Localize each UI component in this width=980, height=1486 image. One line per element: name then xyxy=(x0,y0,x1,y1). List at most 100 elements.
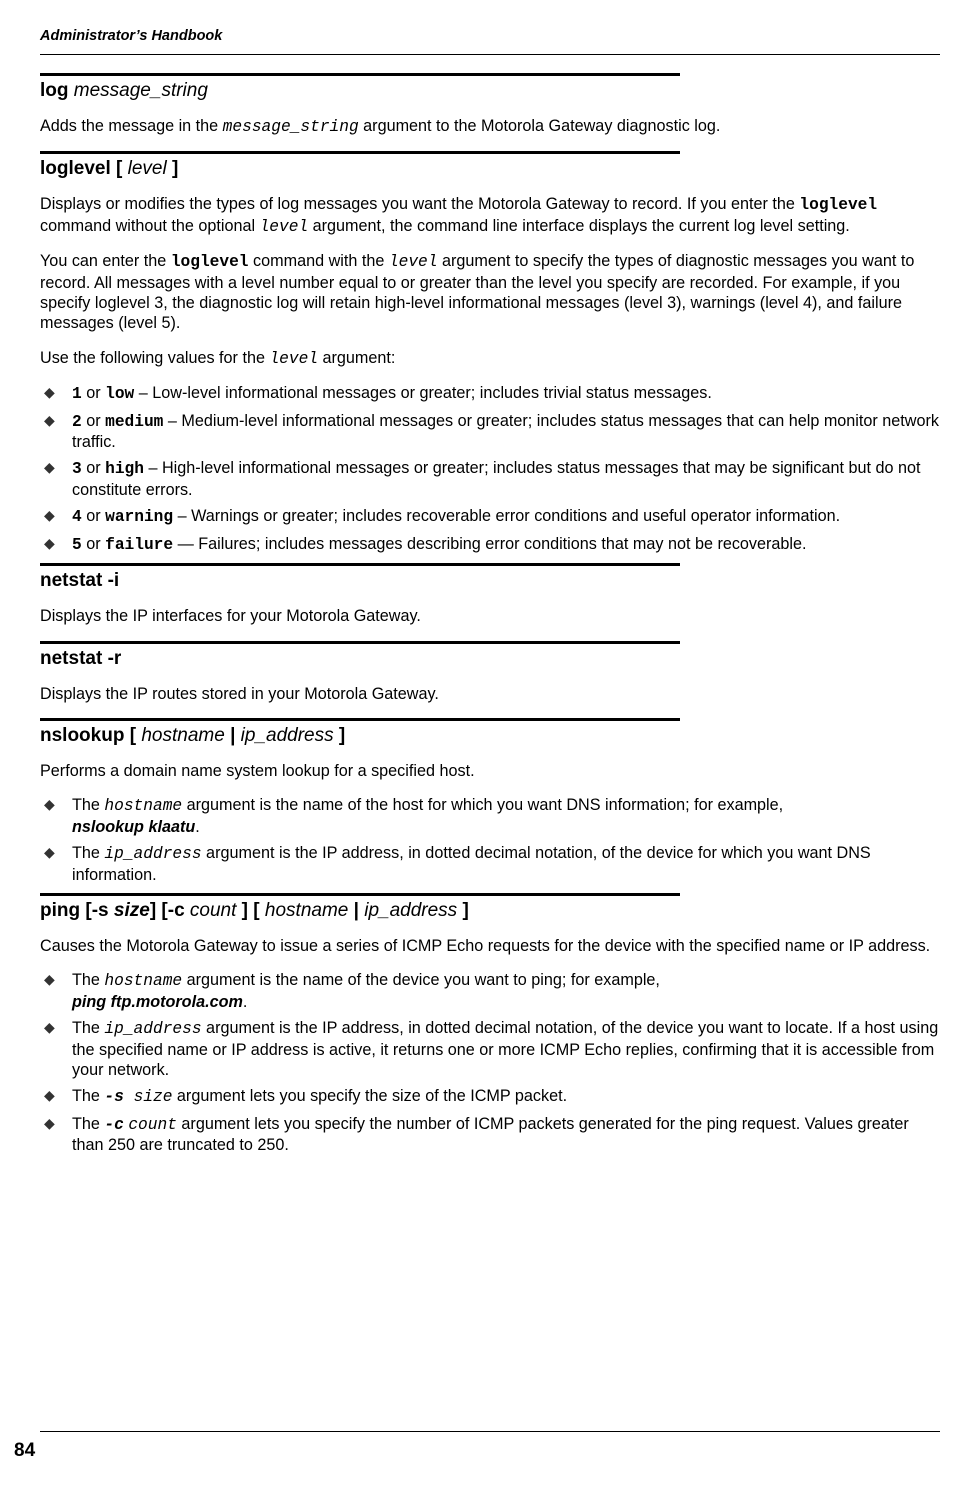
code-arg: message_string xyxy=(223,118,359,136)
heading-loglevel: loglevel [ level ] xyxy=(40,158,940,180)
section-rule xyxy=(40,73,680,76)
paragraph: Displays or modifies the types of log me… xyxy=(40,194,940,237)
list-item: The -c count argument lets you specify t… xyxy=(40,1114,940,1156)
heading-netstat-i: netstat -i xyxy=(40,570,940,592)
heading-ping: ping [-s size] [-c count ] [ hostname | … xyxy=(40,900,940,922)
code-kw: failure xyxy=(105,536,173,554)
heading-argument: hostname xyxy=(141,725,224,746)
text: – Low-level informational messages or gr… xyxy=(134,384,712,402)
heading-keyword: ] [ xyxy=(236,900,259,921)
list-item: 5 or failure — Failures; includes messag… xyxy=(40,534,940,555)
code-flag: -c xyxy=(104,1116,123,1134)
list-item: The -s size argument lets you specify th… xyxy=(40,1086,940,1107)
loglevel-list: 1 or low – Low-level informational messa… xyxy=(40,383,940,555)
text: or xyxy=(82,459,105,477)
text: You can enter the xyxy=(40,252,171,270)
list-item: The ip_address argument is the IP addres… xyxy=(40,1018,940,1080)
text: – Warnings or greater; includes recovera… xyxy=(173,507,840,525)
heading-sep: | xyxy=(225,725,241,746)
text: argument lets you specify the size of th… xyxy=(172,1087,567,1105)
text: or xyxy=(82,535,105,553)
text: – High-level informational messages or g… xyxy=(72,459,920,498)
code-num: 3 xyxy=(72,460,82,478)
paragraph: Performs a domain name system lookup for… xyxy=(40,761,940,781)
text: or xyxy=(82,384,105,402)
text: argument lets you specify the number of … xyxy=(72,1115,909,1154)
section-rule xyxy=(40,718,680,721)
paragraph: Displays the IP interfaces for your Moto… xyxy=(40,606,940,626)
header-rule xyxy=(40,54,940,55)
heading-keyword: log xyxy=(40,80,69,101)
code-arg: hostname xyxy=(104,972,182,990)
text: Use the following values for the xyxy=(40,349,269,367)
code-num: 4 xyxy=(72,508,82,526)
text: or xyxy=(82,507,105,525)
paragraph: You can enter the loglevel command with … xyxy=(40,251,940,334)
paragraph: Use the following values for the level a… xyxy=(40,348,940,369)
code-arg: size xyxy=(134,1088,173,1106)
section-rule xyxy=(40,893,680,896)
heading-keyword: ] xyxy=(172,158,178,179)
text: argument, the command line interface dis… xyxy=(308,217,850,235)
code-kw: low xyxy=(105,385,134,403)
heading-argument: ip_address xyxy=(364,900,457,921)
text: argument: xyxy=(318,349,395,367)
text: . xyxy=(243,993,248,1011)
text: The xyxy=(72,844,104,862)
text: The xyxy=(72,1087,104,1105)
code-arg: level xyxy=(389,253,438,271)
ping-list: The hostname argument is the name of the… xyxy=(40,970,940,1155)
text: — Failures; includes messages describing… xyxy=(173,535,806,553)
code-kw: loglevel xyxy=(171,253,249,271)
text: argument is the name of the device you w… xyxy=(182,971,660,989)
heading-keyword: ] xyxy=(339,725,345,746)
heading-keyword: ] [-c xyxy=(150,900,185,921)
heading-netstat-r: netstat -r xyxy=(40,648,940,670)
paragraph: Causes the Motorola Gateway to issue a s… xyxy=(40,936,940,956)
text: argument to the Motorola Gateway diagnos… xyxy=(359,117,721,135)
code-arg: level xyxy=(269,350,318,368)
paragraph: Displays the IP routes stored in your Mo… xyxy=(40,684,940,704)
example: nslookup klaatu xyxy=(72,818,195,836)
page-number: 84 xyxy=(14,1440,35,1462)
code-num: 5 xyxy=(72,536,82,554)
heading-argument: count xyxy=(190,900,236,921)
paragraph: Adds the message in the message_string a… xyxy=(40,116,940,137)
heading-sep: | xyxy=(348,900,364,921)
footer-rule xyxy=(40,1431,940,1432)
list-item: The hostname argument is the name of the… xyxy=(40,795,940,837)
heading-log: log message_string xyxy=(40,80,940,102)
document-page: Administrator’s Handbook log message_str… xyxy=(0,0,980,1486)
list-item: 1 or low – Low-level informational messa… xyxy=(40,383,940,404)
text: – Medium-level informational messages or… xyxy=(72,412,939,451)
heading-keyword: ping [-s xyxy=(40,900,109,921)
text: command with the xyxy=(249,252,389,270)
text: The xyxy=(72,971,104,989)
heading-nslookup: nslookup [ hostname | ip_address ] xyxy=(40,725,940,747)
space xyxy=(124,1088,134,1106)
section-rule xyxy=(40,151,680,154)
text: Displays or modifies the types of log me… xyxy=(40,195,799,213)
code-kw: medium xyxy=(105,413,163,431)
list-item: 3 or high – High-level informational mes… xyxy=(40,458,940,500)
list-item: The hostname argument is the name of the… xyxy=(40,970,940,1012)
section-rule xyxy=(40,563,680,566)
example: ping ftp.motorola.com xyxy=(72,993,243,1011)
list-item: 4 or warning – Warnings or greater; incl… xyxy=(40,506,940,527)
heading-keyword: loglevel [ xyxy=(40,158,122,179)
code-num: 2 xyxy=(72,413,82,431)
code-flag: -s xyxy=(104,1088,123,1106)
code-arg: level xyxy=(260,218,309,236)
heading-keyword: nslookup [ xyxy=(40,725,136,746)
code-arg: ip_address xyxy=(104,1020,201,1038)
code-arg: hostname xyxy=(104,797,182,815)
text: command without the optional xyxy=(40,217,260,235)
text: argument is the name of the host for whi… xyxy=(182,796,783,814)
heading-argument: level xyxy=(128,158,167,179)
heading-argument: message_string xyxy=(74,80,208,101)
text: argument is the IP address, in dotted de… xyxy=(72,1019,938,1079)
text: Adds the message in the xyxy=(40,117,223,135)
list-item: 2 or medium – Medium-level informational… xyxy=(40,411,940,453)
text: The xyxy=(72,1115,104,1133)
text: or xyxy=(82,412,105,430)
